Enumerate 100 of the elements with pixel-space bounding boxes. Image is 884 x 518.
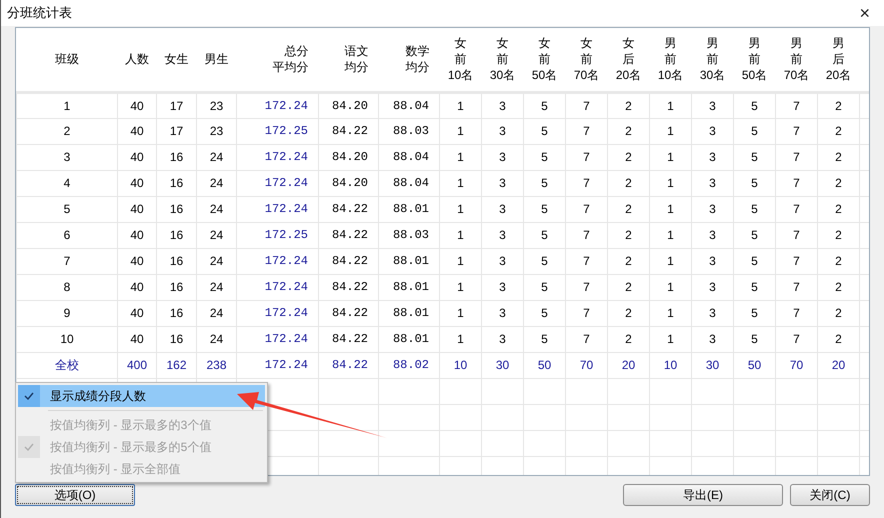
table-cell: 24: [210, 306, 224, 320]
table-cell: 1: [457, 306, 464, 320]
table-cell: 17: [170, 98, 184, 112]
column-header-line: 50名: [532, 68, 558, 82]
table-cell: 5: [751, 150, 758, 164]
table-cell: 7: [793, 124, 800, 138]
table-cell: 6: [64, 228, 70, 242]
table-cell: 3: [499, 150, 506, 164]
table-cell: 16: [170, 150, 184, 164]
column-header-line: 20名: [616, 68, 642, 82]
options-button[interactable]: 选项(O): [15, 484, 135, 506]
column-header-line: 前: [496, 52, 508, 66]
table-cell: 16: [170, 280, 184, 294]
table-cell: 24: [210, 332, 224, 346]
table-cell: 9: [64, 306, 70, 320]
menu-item[interactable]: 显示成绩分段人数: [18, 385, 265, 407]
table-cell: 8: [64, 280, 70, 294]
table-cell: 10: [60, 332, 74, 346]
column-header-line: 10名: [448, 68, 474, 82]
table-cell: 84.20: [332, 150, 368, 164]
column-header-line: 男: [748, 36, 760, 50]
table-cell: 70: [790, 358, 804, 372]
column-header-line: 后: [622, 52, 634, 66]
table-cell: 7: [583, 176, 590, 190]
table-cell: 7: [793, 306, 800, 320]
table-cell: 2: [625, 254, 632, 268]
column-header-line: 女生: [164, 52, 188, 66]
table-cell: 5: [751, 332, 758, 346]
column-header-line: 30名: [490, 68, 516, 82]
table-cell: 1: [667, 124, 674, 138]
table-cell: 24: [210, 280, 224, 294]
column-header-line: 前: [664, 52, 676, 66]
table-cell: 3: [709, 254, 716, 268]
column-header-line: 总分: [284, 44, 308, 58]
table-cell: 1: [457, 124, 464, 138]
column-header-line: 语文: [344, 44, 368, 58]
column-header-line: 平均分: [272, 60, 308, 74]
table-cell: 7: [583, 228, 590, 242]
table-cell: 10: [454, 358, 468, 372]
column-header-line: 前: [790, 52, 802, 66]
column-header-line: 女: [496, 36, 508, 50]
table-cell: 4: [64, 176, 70, 190]
table-cell: 7: [583, 98, 590, 112]
table-cell: 20: [622, 358, 636, 372]
column-header-line: 30名: [700, 68, 726, 82]
table-cell: 172.25: [264, 228, 308, 242]
table-cell: 3: [709, 280, 716, 294]
column-header-line: 50名: [742, 68, 768, 82]
table-cell: 5: [541, 150, 548, 164]
table-cell: 16: [170, 202, 184, 216]
table-cell: 2: [625, 332, 632, 346]
table-cell: 172.24: [264, 98, 308, 112]
table-cell: 84.20: [332, 176, 368, 190]
column-header-line: 男: [790, 36, 802, 50]
window-title: 分班统计表: [7, 4, 72, 22]
table-cell: 172.24: [264, 176, 308, 190]
column-header-line: 70名: [574, 68, 600, 82]
export-button[interactable]: 导出(E): [623, 484, 783, 506]
table-cell: 5: [541, 306, 548, 320]
table-cell: 2: [835, 254, 842, 268]
table-cell: 7: [583, 124, 590, 138]
table-cell: 5: [751, 254, 758, 268]
close-button[interactable]: ×: [859, 4, 870, 22]
table-cell: 162: [166, 358, 187, 372]
table-cell: 1: [457, 150, 464, 164]
table-cell: 24: [210, 202, 224, 216]
table-cell: 1: [457, 202, 464, 216]
table-cell: 5: [751, 306, 758, 320]
table-cell: 5: [751, 176, 758, 190]
table-cell: 400: [126, 358, 148, 372]
column-header-line: 女: [622, 36, 634, 50]
close-dialog-button[interactable]: 关闭(C): [790, 484, 870, 506]
table-cell: 24: [210, 150, 224, 164]
table-cell: 84.22: [332, 202, 368, 216]
column-header-line: 前: [580, 52, 592, 66]
column-header-line: 后: [832, 52, 844, 66]
table-cell: 3: [709, 332, 716, 346]
column-header-line: 女: [538, 36, 550, 50]
table-cell: 40: [130, 228, 144, 242]
table-cell: 2: [835, 306, 842, 320]
table-cell: 70: [580, 358, 594, 372]
table-cell: 2: [835, 98, 842, 112]
table-cell: 84.22: [332, 124, 368, 138]
table-cell: 16: [170, 176, 184, 190]
table-cell: 7: [583, 332, 590, 346]
table-cell: 2: [625, 306, 632, 320]
table-cell: 88.01: [392, 306, 429, 320]
table-cell: 7: [793, 176, 800, 190]
table-cell: 2: [625, 176, 632, 190]
table-cell: 全校: [55, 358, 79, 372]
table-cell: 1: [667, 228, 674, 242]
table-cell: 88.04: [392, 98, 429, 112]
table-cell: 1: [667, 150, 674, 164]
table-cell: 7: [793, 150, 800, 164]
table-cell: 5: [64, 202, 70, 216]
column-header-line: 70名: [784, 68, 810, 82]
table-cell: 16: [170, 228, 184, 242]
table-cell: 1: [667, 254, 674, 268]
table-cell: 172.24: [264, 280, 308, 294]
table-cell: 23: [210, 98, 224, 112]
